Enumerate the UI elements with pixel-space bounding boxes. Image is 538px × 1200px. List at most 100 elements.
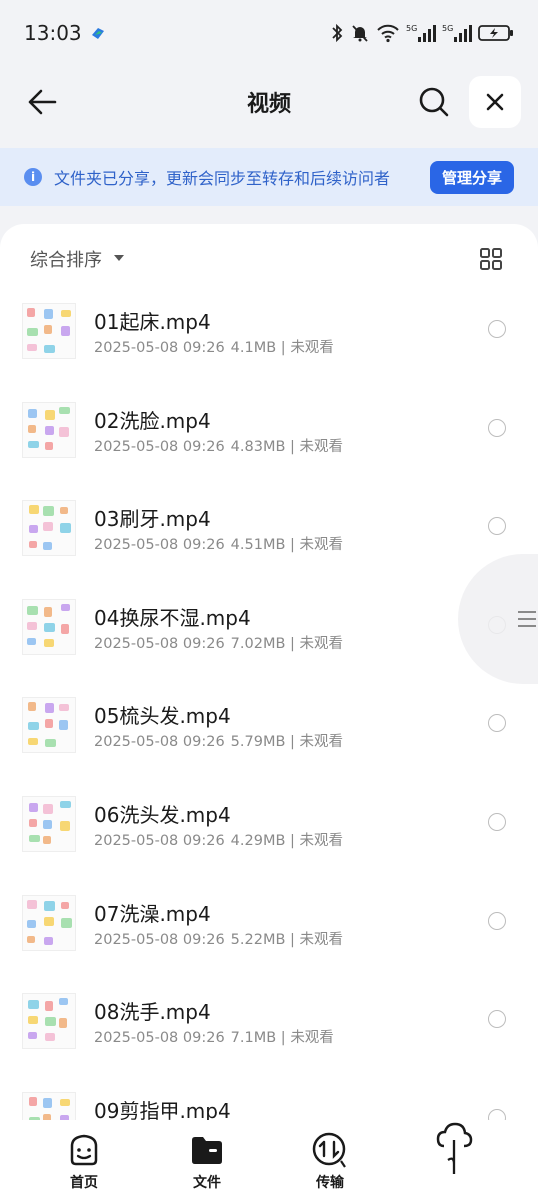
select-radio[interactable] bbox=[488, 911, 506, 930]
file-meta: 2025-05-08 09:26 5.22MB | 未观看 bbox=[94, 928, 343, 949]
file-size: 7.1MB bbox=[230, 1030, 277, 1047]
sort-dropdown[interactable]: 综合排序 bbox=[30, 246, 102, 272]
file-row[interactable]: 03刷牙.mp4 2025-05-08 09:26 4.51MB | 未观看 bbox=[0, 487, 538, 586]
select-radio[interactable] bbox=[488, 418, 506, 437]
file-name: 03刷牙.mp4 bbox=[94, 507, 211, 532]
video-thumbnail bbox=[22, 303, 76, 359]
file-size: 5.22MB bbox=[230, 931, 286, 948]
nav-files[interactable]: 文件 bbox=[167, 1130, 247, 1192]
search-icon bbox=[419, 87, 449, 117]
watch-status: 未观看 bbox=[299, 438, 344, 455]
close-icon bbox=[486, 93, 504, 111]
svg-text:5G: 5G bbox=[406, 24, 417, 33]
status-icons: 5G 5G bbox=[330, 23, 514, 43]
file-name: 04换尿不湿.mp4 bbox=[94, 605, 251, 630]
search-button[interactable] bbox=[414, 82, 454, 122]
file-date: 2025-05-08 09:26 bbox=[94, 1030, 225, 1047]
watch-status: 未观看 bbox=[290, 1030, 334, 1047]
file-name: 01起床.mp4 bbox=[94, 310, 211, 334]
select-radio[interactable] bbox=[488, 1010, 506, 1029]
file-date: 2025-05-08 09:26 bbox=[94, 832, 225, 849]
bottom-nav: 首页 文件 传输 bbox=[0, 1120, 538, 1200]
watch-status: 未观看 bbox=[299, 832, 344, 849]
file-date: 2025-05-08 09:26 bbox=[94, 340, 225, 356]
file-meta: 2025-05-08 09:26 4.51MB | 未观看 bbox=[94, 533, 343, 554]
share-banner-text: 文件夹已分享，更新会同步至转存和后续访问者 bbox=[54, 169, 391, 188]
info-icon: i bbox=[24, 168, 42, 186]
file-name: 07洗澡.mp4 bbox=[94, 901, 211, 926]
file-row[interactable]: 06洗头发.mp4 2025-05-08 09:26 4.29MB | 未观看 bbox=[0, 783, 538, 882]
file-name: 05梳头发.mp4 bbox=[94, 704, 231, 729]
status-bar: 13:03 5G 5G bbox=[0, 0, 538, 66]
watch-status: 未观看 bbox=[299, 734, 344, 751]
share-banner: i 文件夹已分享，更新会同步至转存和后续访问者 管理分享 bbox=[0, 148, 538, 206]
svg-text:5G: 5G bbox=[442, 24, 453, 33]
file-size: 7.02MB bbox=[230, 635, 286, 652]
nav-files-label: 文件 bbox=[193, 1175, 221, 1191]
app-notification-icon bbox=[91, 28, 104, 39]
nav-transfer[interactable]: 传输 bbox=[290, 1130, 370, 1192]
file-meta: 2025-05-08 09:26 7.1MB | 未观看 bbox=[94, 1026, 334, 1047]
file-row[interactable]: 02洗脸.mp4 2025-05-08 09:26 4.83MB | 未观看 bbox=[0, 389, 538, 488]
file-size: 4.83MB bbox=[230, 438, 286, 455]
file-date: 2025-05-08 09:26 bbox=[94, 635, 225, 652]
nav-home[interactable]: 首页 bbox=[44, 1130, 124, 1192]
page-title: 视频 bbox=[246, 92, 291, 117]
file-row[interactable]: 05梳头发.mp4 2025-05-08 09:26 5.79MB | 未观看 bbox=[0, 684, 538, 783]
nav-transfer-label: 传输 bbox=[316, 1175, 344, 1191]
file-name: 06洗头发.mp4 bbox=[94, 802, 231, 827]
close-button[interactable] bbox=[469, 76, 521, 128]
watch-status: 未观看 bbox=[299, 931, 344, 948]
header: 视频 bbox=[0, 70, 538, 134]
grid-view-button[interactable] bbox=[478, 246, 504, 272]
select-radio[interactable] bbox=[488, 812, 506, 831]
watch-status: 未观看 bbox=[290, 340, 334, 356]
file-name: 08洗手.mp4 bbox=[94, 1000, 211, 1025]
battery-charging-icon bbox=[478, 25, 513, 41]
folder-icon bbox=[192, 1137, 222, 1164]
file-size: 4.29MB bbox=[230, 832, 286, 849]
manage-share-button[interactable]: 管理分享 bbox=[429, 160, 514, 194]
file-meta: 2025-05-08 09:26 4.1MB | 未观看 bbox=[94, 336, 334, 357]
watch-status: 未观看 bbox=[299, 537, 344, 554]
file-size: 4.51MB bbox=[230, 537, 286, 554]
file-meta: 2025-05-08 09:26 7.02MB | 未观看 bbox=[94, 632, 343, 653]
select-radio[interactable] bbox=[488, 517, 506, 536]
nav-cloud[interactable] bbox=[414, 1122, 494, 1174]
wifi-icon bbox=[377, 24, 399, 43]
file-meta: 2025-05-08 09:26 5.79MB | 未观看 bbox=[94, 730, 343, 751]
menu-lines-icon bbox=[518, 611, 536, 632]
file-row[interactable]: 04换尿不湿.mp4 2025-05-08 09:26 7.02MB | 未观看 bbox=[0, 586, 538, 685]
file-list: 01起床.mp4 2025-05-08 09:26 4.1MB | 未观看 02洗脸.… bbox=[0, 290, 538, 1177]
select-radio[interactable] bbox=[488, 320, 506, 338]
file-meta: 2025-05-08 09:26 4.83MB | 未观看 bbox=[94, 435, 343, 456]
video-thumbnail bbox=[22, 993, 76, 1050]
file-name: 02洗脸.mp4 bbox=[94, 408, 211, 433]
file-row[interactable]: 07洗澡.mp4 2025-05-08 09:26 5.22MB | 未观看 bbox=[0, 882, 538, 981]
file-date: 2025-05-08 09:26 bbox=[94, 438, 225, 455]
video-thumbnail bbox=[22, 697, 76, 754]
cloud-icon bbox=[436, 1122, 473, 1174]
caret-down-icon[interactable] bbox=[114, 255, 124, 261]
file-date: 2025-05-08 09:26 bbox=[94, 734, 225, 751]
grid-icon bbox=[480, 248, 502, 270]
file-row[interactable]: 01起床.mp4 2025-05-08 09:26 4.1MB | 未观看 bbox=[0, 290, 538, 389]
file-list-panel: 综合排序 01起床.mp4 2025-05-08 09:26 4.1MB | 未观看… bbox=[0, 224, 538, 1200]
sort-row: 综合排序 bbox=[0, 240, 538, 276]
signal-5g-icon-2: 5G bbox=[442, 24, 472, 42]
meta-separator: | bbox=[285, 438, 300, 455]
file-meta: 2025-05-08 09:26 4.29MB | 未观看 bbox=[94, 829, 343, 850]
signal-5g-icon: 5G bbox=[406, 24, 436, 42]
status-time: 13:03 bbox=[24, 21, 82, 45]
meta-separator: | bbox=[285, 635, 300, 652]
mute-bell-icon bbox=[352, 25, 368, 42]
video-thumbnail bbox=[22, 401, 76, 458]
video-thumbnail bbox=[22, 598, 76, 655]
file-date: 2025-05-08 09:26 bbox=[94, 931, 225, 948]
video-thumbnail bbox=[22, 894, 76, 951]
meta-separator: | bbox=[285, 931, 300, 948]
meta-separator: | bbox=[285, 537, 300, 554]
video-thumbnail bbox=[22, 500, 76, 557]
select-radio[interactable] bbox=[488, 714, 506, 733]
file-row[interactable]: 08洗手.mp4 2025-05-08 09:26 7.1MB | 未观看 bbox=[0, 980, 538, 1079]
